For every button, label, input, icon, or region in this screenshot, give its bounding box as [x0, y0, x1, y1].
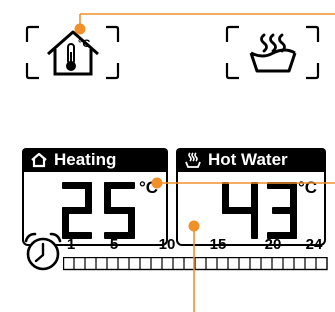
timeline-label-1: 1 — [66, 236, 76, 253]
timeline-label-24: 24 — [305, 236, 323, 253]
heating-unit: °C — [139, 178, 159, 197]
heating-label: Heating — [22, 148, 168, 172]
clock-icon — [22, 230, 64, 272]
timeline-label-20: 20 — [264, 236, 282, 253]
timeline-label-10: 10 — [158, 236, 176, 253]
hot-water-icon — [247, 31, 299, 75]
house-icon — [30, 152, 48, 168]
timeline-label-5: 5 — [109, 236, 119, 253]
hot-water-label-text: Hot Water — [208, 150, 288, 169]
steam-icon — [184, 152, 202, 168]
house-icon-unit: °C — [78, 38, 91, 50]
house-temp-button[interactable]: °C — [25, 25, 120, 80]
hot-water-unit: °C — [298, 178, 318, 197]
heating-label-text: Heating — [54, 150, 117, 169]
hot-water-label: Hot Water — [176, 148, 326, 172]
timeline-bar[interactable] — [63, 257, 328, 271]
hot-water-button[interactable] — [225, 25, 320, 80]
house-thermometer-icon — [42, 28, 104, 78]
timeline-label-15: 15 — [209, 236, 227, 253]
